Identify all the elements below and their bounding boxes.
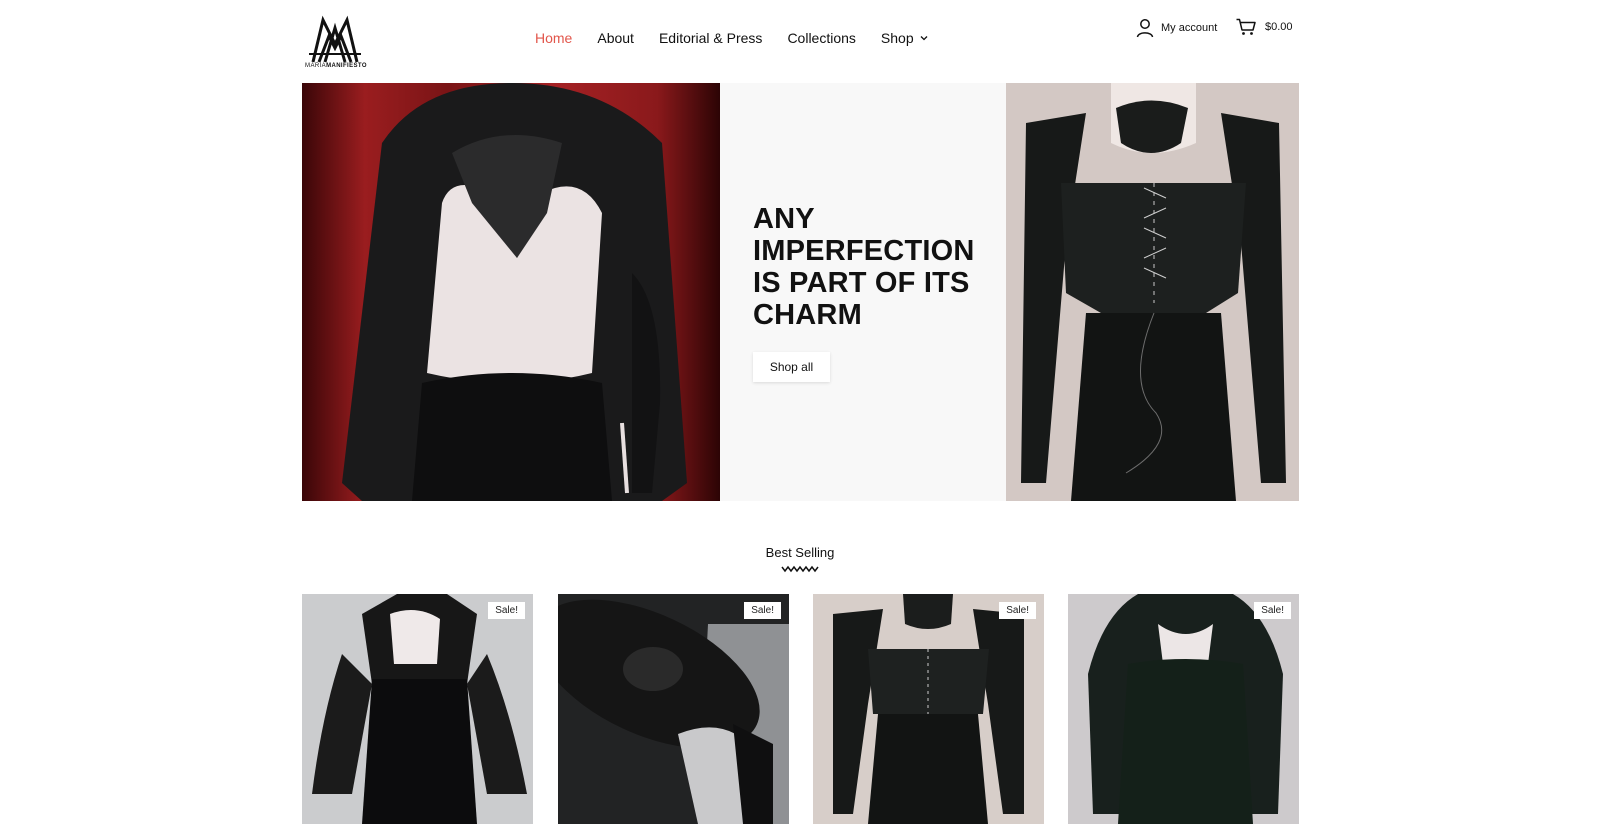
nav-about[interactable]: About	[597, 30, 634, 46]
product-card-3[interactable]: Sale!	[813, 594, 1044, 824]
chevron-down-icon	[920, 36, 928, 41]
nav-editorial-press[interactable]: Editorial & Press	[659, 30, 762, 46]
user-icon	[1136, 19, 1154, 38]
cart-link[interactable]: $0.00	[1236, 18, 1293, 36]
hero-image-right[interactable]	[1006, 83, 1299, 501]
nav-shop[interactable]: Shop	[881, 30, 928, 46]
hero-title: ANY IMPERFECTION IS PART OF ITS CHARM	[753, 203, 975, 331]
my-account-label: My account	[1161, 22, 1218, 34]
my-account-link[interactable]: My account	[1136, 18, 1217, 38]
hero-photo-left	[302, 83, 720, 501]
logo-wordmark: MARIAMANIFIESTO	[305, 63, 367, 69]
squiggle-divider-icon	[781, 565, 819, 573]
sale-badge: Sale!	[488, 602, 525, 619]
site-header: MARIAMANIFIESTO Home About Editorial & P…	[0, 0, 1600, 80]
hero-image-left[interactable]	[302, 83, 720, 501]
nav-collections[interactable]: Collections	[787, 30, 855, 46]
product-card-1[interactable]: Sale!	[302, 594, 533, 824]
best-selling-title: Best Selling	[765, 545, 835, 560]
logo-mark-icon	[309, 15, 361, 63]
product-image-4	[1068, 594, 1299, 824]
cart-icon	[1236, 18, 1256, 35]
product-card-2[interactable]: Sale!	[558, 594, 789, 824]
hero-photo-right	[1006, 83, 1299, 501]
shop-all-button[interactable]: Shop all	[753, 352, 830, 382]
sale-badge: Sale!	[999, 602, 1036, 619]
cart-total: $0.00	[1265, 21, 1293, 33]
main-nav: Home About Editorial & Press Collections…	[535, 28, 953, 48]
sale-badge: Sale!	[744, 602, 781, 619]
nav-home[interactable]: Home	[535, 30, 572, 46]
sale-badge: Sale!	[1254, 602, 1291, 619]
product-image-3	[813, 594, 1044, 824]
product-image-2	[558, 594, 789, 824]
product-image-1	[302, 594, 533, 824]
product-card-4[interactable]: Sale!	[1068, 594, 1299, 824]
